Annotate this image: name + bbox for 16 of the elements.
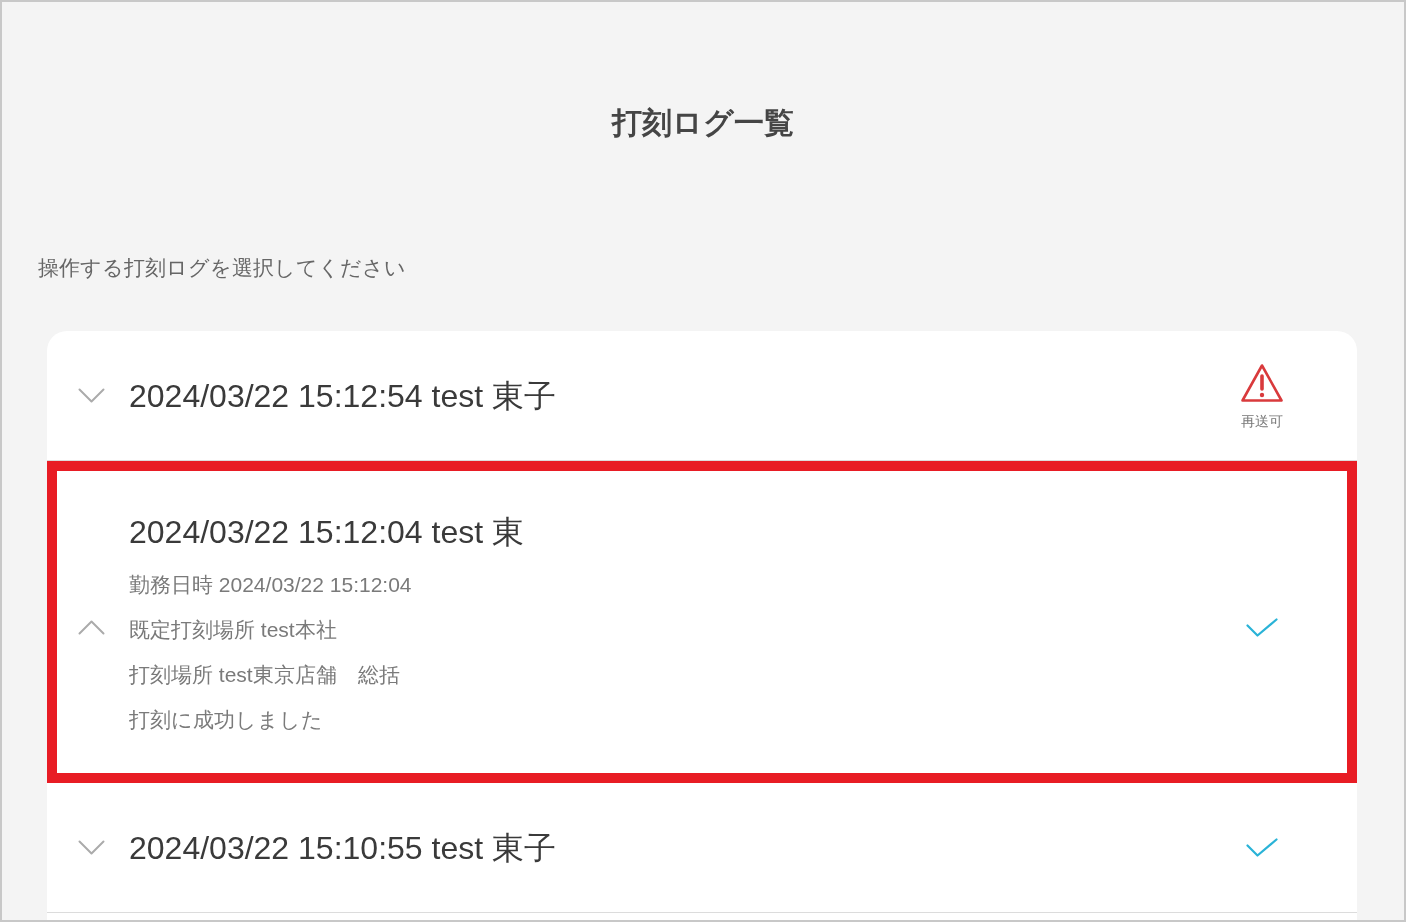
instruction-text: 操作する打刻ログを選択してください [38,255,406,281]
status-label: 再送可 [1241,412,1283,429]
warning-icon [1240,362,1284,403]
log-title: 2024/03/22 15:10:55 test 東子 [129,828,556,868]
page-title: 打刻ログ一覧 [612,105,794,141]
log-detail: 打刻場所 test東京店舗 総括 [129,662,400,688]
log-title: 2024/03/22 15:12:54 test 東子 [129,376,556,416]
checkmark-icon [1246,617,1278,637]
log-entry[interactable]: 2024/03/22 15:12:54 test 東子 再送可 [47,331,1357,461]
log-detail: 打刻に成功しました [129,707,323,733]
log-detail: 勤務日時 2024/03/22 15:12:04 [129,572,412,598]
log-entry[interactable]: 2024/03/22 15:10:55 test 東子 [47,783,1357,913]
highlighted-log-entry[interactable]: 2024/03/22 15:12:04 test 東 勤務日時 2024/03/22 15:12:04 既定打刻場所 test本社 打刻場所 test東京店舗 総括 打刻に成功しました [47,461,1357,783]
checkmark-icon [1246,838,1278,857]
log-title: 2024/03/22 15:12:04 test 東 [129,513,524,552]
log-detail: 既定打刻場所 test本社 [129,617,337,643]
